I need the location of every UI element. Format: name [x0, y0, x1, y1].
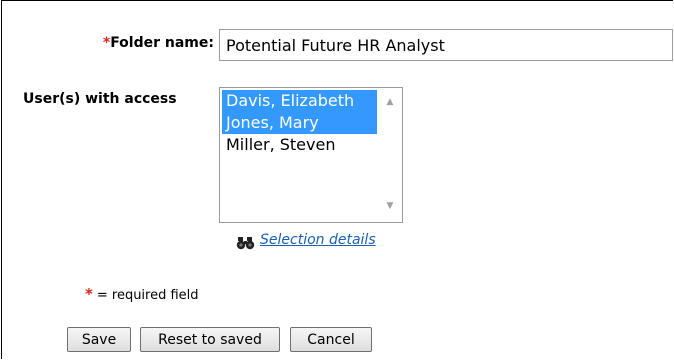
user-option[interactable]: Jones, Mary [222, 112, 377, 134]
binoculars-icon[interactable] [236, 235, 256, 251]
cancel-button[interactable]: Cancel [290, 327, 372, 352]
folder-name-label-text: Folder name: [110, 35, 214, 51]
save-button[interactable]: Save [67, 327, 131, 352]
users-list: Davis, Elizabeth Jones, Mary Miller, Ste… [222, 90, 377, 156]
listbox-scrollbar[interactable]: ▲ ▼ [378, 88, 402, 222]
folder-name-label: *Folder name: [103, 35, 214, 51]
required-note-text: = required field [96, 288, 199, 303]
user-option[interactable]: Davis, Elizabeth [222, 90, 377, 112]
scroll-down-arrow-icon[interactable]: ▼ [378, 196, 402, 216]
reset-to-saved-button[interactable]: Reset to saved [140, 327, 280, 352]
folder-name-input[interactable] [219, 29, 673, 61]
required-note-marker: * [85, 285, 93, 303]
selection-details: Selection details [236, 229, 376, 251]
selection-details-link[interactable]: Selection details [260, 232, 376, 248]
scroll-up-arrow-icon[interactable]: ▲ [378, 92, 402, 112]
required-field-note: * = required field [85, 285, 199, 303]
users-listbox[interactable]: Davis, Elizabeth Jones, Mary Miller, Ste… [219, 87, 403, 223]
user-option[interactable]: Miller, Steven [222, 134, 377, 156]
users-with-access-label: User(s) with access [23, 91, 177, 107]
